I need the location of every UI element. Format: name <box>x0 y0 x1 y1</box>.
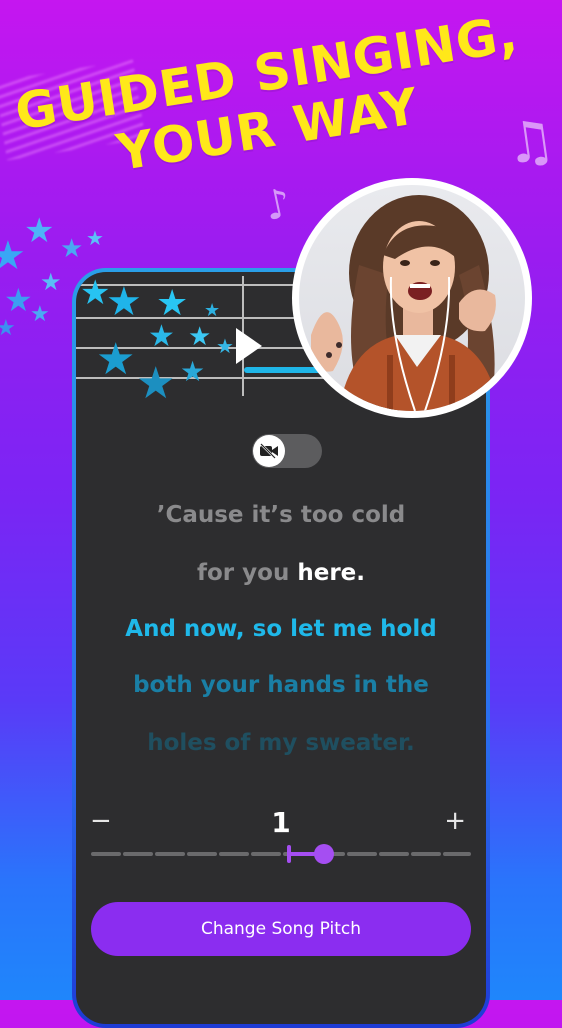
change-song-pitch-button[interactable]: Change Song Pitch <box>91 902 471 956</box>
star-icon: ★ <box>4 281 33 319</box>
lyric-current-word: here. <box>297 560 365 586</box>
lyric-line-4: both your hands in the <box>133 672 429 698</box>
star-icon: ★ <box>136 358 176 409</box>
play-icon[interactable] <box>236 328 262 364</box>
video-off-icon <box>253 435 285 467</box>
star-icon: ★ <box>156 283 189 324</box>
pitch-stepper: − 1 + <box>76 806 486 846</box>
star-icon: ★ <box>180 355 206 388</box>
pitch-increase-button[interactable]: + <box>444 806 466 836</box>
star-icon: ★ <box>148 319 175 354</box>
star-icon: ★ <box>0 316 16 341</box>
pitch-slider-handle[interactable] <box>314 844 334 864</box>
star-icon: ★ <box>40 268 62 296</box>
pitch-slider[interactable] <box>91 844 471 864</box>
lyric-line-5: holes of my sweater. <box>147 730 415 756</box>
star-icon: ★ <box>96 334 136 385</box>
camera-toggle[interactable] <box>252 434 322 468</box>
music-note-icon: ♫ <box>500 106 560 179</box>
lyric-line-2-sung: for you <box>197 560 298 586</box>
lyric-line-3: And now, so let me hold <box>125 616 437 642</box>
lyric-line-2: for you here. <box>76 560 486 586</box>
star-icon: ★ <box>86 226 104 250</box>
pitch-slider-origin <box>287 845 291 863</box>
star-icon: ★ <box>216 334 234 358</box>
star-icon: ★ <box>0 233 26 279</box>
star-icon: ★ <box>106 279 142 325</box>
star-icon: ★ <box>60 234 84 264</box>
pitch-value: 1 <box>271 806 291 839</box>
singer-video-bubble <box>292 178 532 418</box>
star-icon: ★ <box>188 322 212 352</box>
singer-avatar <box>299 185 525 411</box>
star-icon: ★ <box>30 302 50 327</box>
star-icon: ★ <box>204 300 221 321</box>
lyric-line-1: ’Cause it’s too cold <box>156 502 406 528</box>
star-icon: ★ <box>24 211 55 251</box>
